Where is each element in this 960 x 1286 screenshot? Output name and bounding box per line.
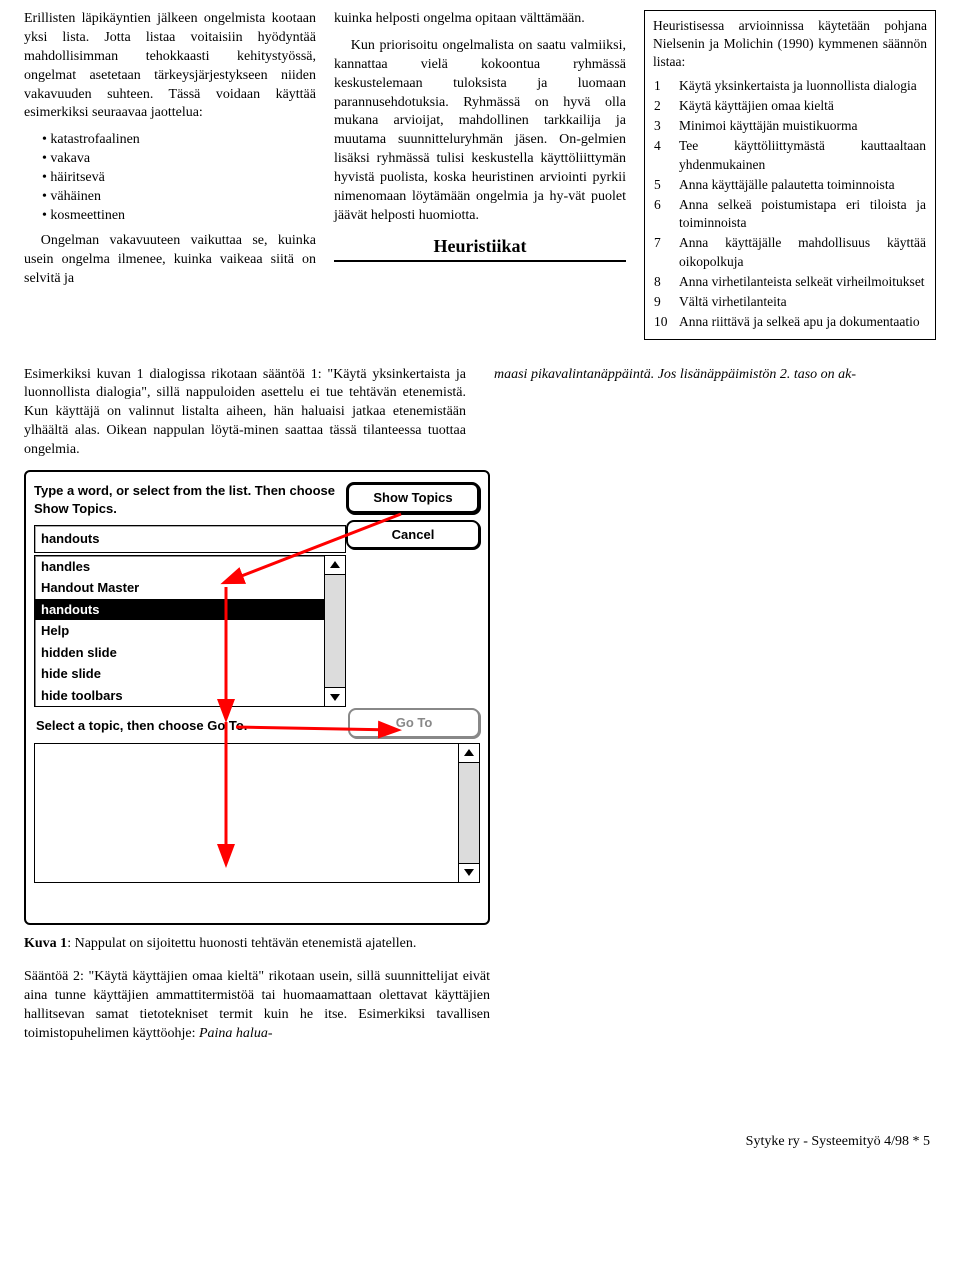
dialog-instruction-sub: Select a topic, then choose Go To. <box>36 717 342 735</box>
list-item: 6Anna selkeä poistumistapa eri tiloista … <box>653 195 927 233</box>
search-input[interactable]: handouts <box>34 525 346 553</box>
bullet-item: vakava <box>42 150 316 169</box>
list-item-selected[interactable]: handouts <box>35 599 324 621</box>
top-columns: Erillisten läpikäyntien jälkeen ongelmis… <box>24 10 936 340</box>
dialog-box: Type a word, or select from the list. Th… <box>24 470 490 925</box>
list-item[interactable]: hidden slide <box>35 642 324 664</box>
list-item: 4Tee käyttöliittymästä kauttaaltaan yhde… <box>653 136 927 174</box>
page-footer: Sytyke ry - Systeemityö 4/98 * 5 <box>24 1133 936 1152</box>
severity-bullets: katastrofaalinen vakava häiritsevä vähäi… <box>42 131 316 225</box>
bullet-item: kosmeettinen <box>42 207 316 226</box>
bullet-item: katastrofaalinen <box>42 131 316 150</box>
list-item: 7Anna käyttäjälle mahdollisuus käyttää o… <box>653 233 927 271</box>
bullet-item: häiritsevä <box>42 169 316 188</box>
heuristiikat-heading: Heuristiikat <box>334 234 626 258</box>
list-item: 3Minimoi käyttäjän muistikuorma <box>653 116 927 136</box>
heading-underline <box>334 260 626 262</box>
heuristics-list: 1Käytä yksinkertaista ja luonnollista di… <box>653 76 927 333</box>
dialog-instruction-top: Type a word, or select from the list. Th… <box>34 482 340 517</box>
col1-p2: Ongelman vakavuuteen vaikuttaa se, kuink… <box>24 232 316 289</box>
figure-caption: Kuva 1: Nappulat on sijoitettu huonosti … <box>24 935 490 954</box>
scroll-up-icon[interactable] <box>459 744 479 763</box>
caption-text: : Nappulat on sijoitettu huonosti tehtäv… <box>67 936 416 951</box>
col1-p1: Erillisten läpikäyntien jälkeen ongelmis… <box>24 10 316 123</box>
list-item[interactable]: hide toolbars <box>35 685 324 707</box>
middle-columns: Esimerkiksi kuvan 1 dialogissa rikotaan … <box>24 366 936 460</box>
heuristics-box: Heuristisessa arvioinnissa käytetään poh… <box>644 10 936 340</box>
col2-p1: kuinka helposti ongelma opitaan välttämä… <box>334 10 626 29</box>
results-area[interactable] <box>34 743 480 883</box>
list-item: 1Käytä yksinkertaista ja luonnollista di… <box>653 76 927 96</box>
list-item: 9Vältä virhetilanteita <box>653 292 927 312</box>
mid-left-para: Esimerkiksi kuvan 1 dialogissa rikotaan … <box>24 366 466 460</box>
scroll-down-icon[interactable] <box>325 687 345 706</box>
list-item: 10Anna riittävä ja selkeä apu ja dokumen… <box>653 312 927 332</box>
scroll-down-icon[interactable] <box>459 863 479 882</box>
column-3: Heuristisessa arvioinnissa käytetään poh… <box>644 10 936 340</box>
goto-button[interactable]: Go To <box>348 708 480 738</box>
cancel-button[interactable]: Cancel <box>346 520 480 550</box>
figure-1: Type a word, or select from the list. Th… <box>24 470 490 954</box>
scroll-up-icon[interactable] <box>325 556 345 575</box>
list-item: 8Anna virhetilanteista selkeät virheilmo… <box>653 272 927 292</box>
list-item[interactable]: Handout Master <box>35 577 324 599</box>
mid-right-para: maasi pikavalintanäppäintä. Jos lisänäpp… <box>494 366 936 460</box>
bullet-item: vähäinen <box>42 188 316 207</box>
scrollbar[interactable] <box>324 556 345 707</box>
column-2: kuinka helposti ongelma opitaan välttämä… <box>334 10 626 340</box>
scrollbar[interactable] <box>458 744 479 882</box>
heuristics-lead: Heuristisessa arvioinnissa käytetään poh… <box>653 17 927 72</box>
after-caption-para: Sääntöä 2: "Käytä käyttäjien omaa kieltä… <box>24 968 490 1044</box>
list-item[interactable]: Help <box>35 620 324 642</box>
topic-list[interactable]: handles Handout Master handouts Help hid… <box>34 555 346 708</box>
list-item: 2Käytä käyttäjien omaa kieltä <box>653 96 927 116</box>
list-item[interactable]: handles <box>35 556 324 578</box>
list-item[interactable]: hide slide <box>35 663 324 685</box>
list-item: 5Anna käyttäjälle palautetta toiminnoist… <box>653 175 927 195</box>
show-topics-button[interactable]: Show Topics <box>346 482 480 514</box>
caption-label: Kuva 1 <box>24 936 67 951</box>
column-1: Erillisten läpikäyntien jälkeen ongelmis… <box>24 10 316 340</box>
col2-p2: Kun priorisoitu ongelmalista on saatu va… <box>334 37 626 226</box>
